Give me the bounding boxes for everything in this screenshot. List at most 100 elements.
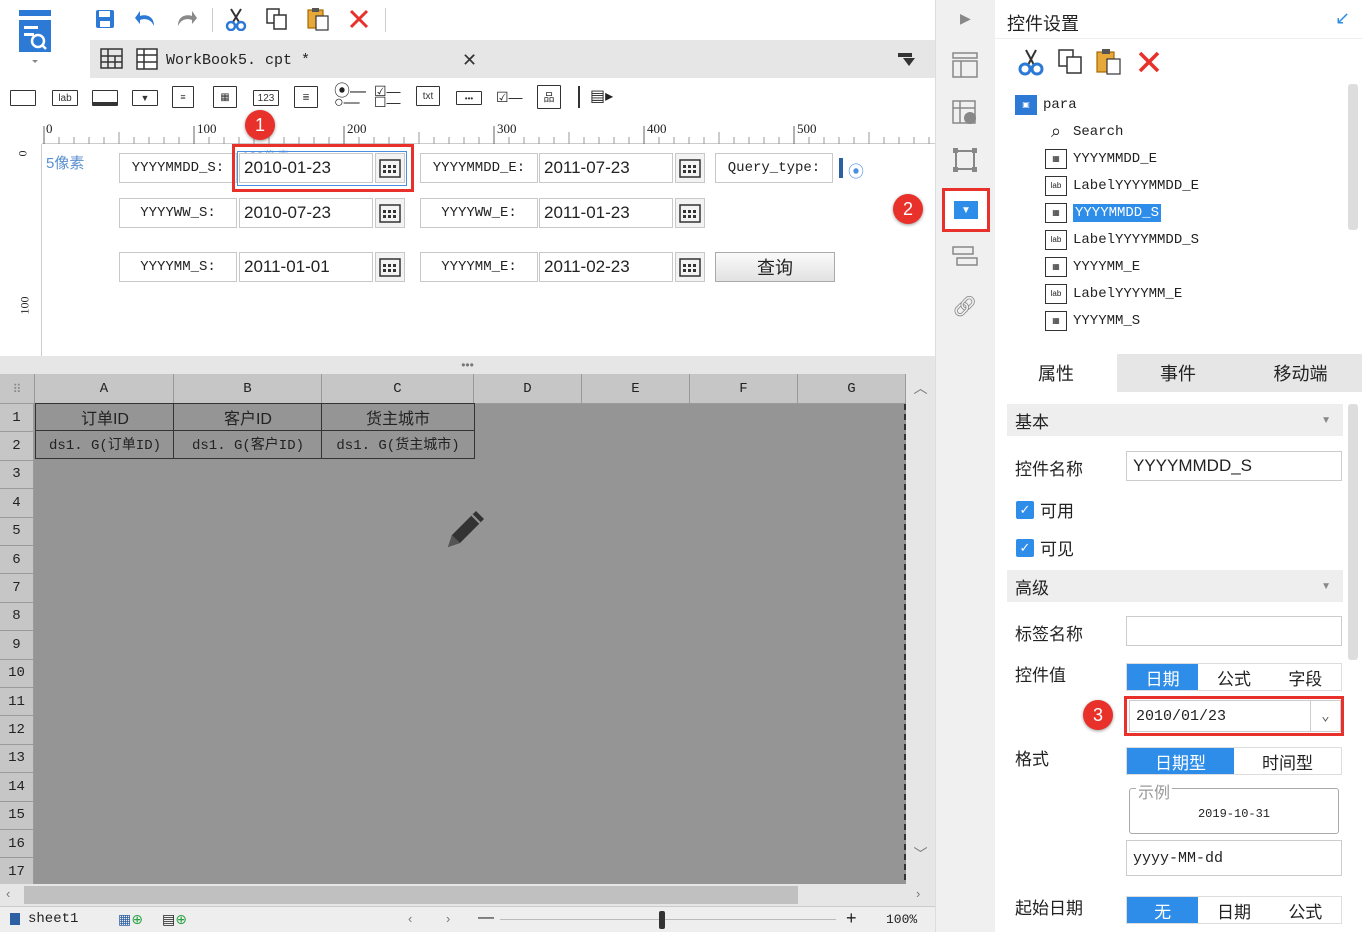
date-input-yyyyww-s[interactable]: 2010-07-23: [239, 198, 373, 228]
zoom-slider-handle[interactable]: [659, 911, 665, 929]
number-widget-icon[interactable]: 123: [253, 90, 279, 106]
grid-cell[interactable]: ds1. G(客户ID): [173, 430, 323, 459]
add-sheet-icon[interactable]: ▦⊕: [118, 911, 143, 928]
widget-settings-button[interactable]: ▼: [942, 188, 990, 232]
label-yyyymmdd-s[interactable]: YYYYMMDD_S:: [119, 153, 237, 183]
checkbox-group-widget-icon[interactable]: ☑— ☐—: [374, 84, 401, 109]
enabled-checkbox[interactable]: ✓ 可用: [1016, 497, 1074, 522]
text-widget-icon[interactable]: txt: [416, 86, 440, 106]
start-mode-formula[interactable]: 公式: [1269, 897, 1341, 923]
scroll-right-icon[interactable]: ›: [916, 886, 920, 901]
visible-checkbox[interactable]: ✓ 可见: [1016, 535, 1074, 560]
textarea-widget-icon[interactable]: ≣: [294, 86, 318, 108]
section-advanced[interactable]: 高级 ▼: [1007, 570, 1343, 602]
grid-view-icon[interactable]: [100, 48, 124, 73]
more-widgets-icon[interactable]: ▤▸: [590, 86, 613, 106]
dropdown-widget-icon[interactable]: ▼: [132, 90, 158, 106]
row-header[interactable]: 11: [0, 688, 34, 717]
tab-properties[interactable]: 属性: [995, 354, 1117, 392]
cell-attr-icon[interactable]: [952, 100, 978, 129]
vertical-scrollbar[interactable]: ︿ ﹀: [906, 374, 935, 884]
tree-item[interactable]: ▦ YYYYMMDD_E: [1015, 145, 1345, 172]
horizontal-scrollbar[interactable]: ‹ ›: [0, 884, 935, 906]
zoom-slider[interactable]: [500, 919, 836, 920]
row-header[interactable]: 5: [0, 517, 34, 546]
row-header[interactable]: 13: [0, 744, 34, 774]
radio-icon[interactable]: ⦿: [848, 158, 864, 182]
row-header[interactable]: 16: [0, 830, 34, 859]
row-header[interactable]: 1: [0, 404, 34, 433]
label-yyyymmdd-e[interactable]: YYYYMMDD_E:: [420, 153, 538, 183]
zoom-out-icon[interactable]: —: [478, 909, 494, 927]
zoom-in-icon[interactable]: +: [846, 908, 857, 929]
row-header[interactable]: 3: [0, 460, 34, 490]
add-form-sheet-icon[interactable]: ▤⊕: [162, 911, 187, 928]
paste-icon[interactable]: [305, 6, 331, 32]
row-header[interactable]: 2: [0, 432, 34, 461]
properties-scrollbar[interactable]: [1348, 404, 1358, 660]
section-basic[interactable]: 基本 ▼: [1007, 404, 1343, 436]
column-header[interactable]: G: [798, 374, 906, 404]
tree-item[interactable]: lab LabelYYYYMMDD_S: [1015, 226, 1345, 253]
label-yyyymm-s[interactable]: YYYYMM_S:: [119, 252, 237, 282]
paste-icon[interactable]: [1095, 48, 1123, 79]
tree-item[interactable]: ▦ YYYYMMDD_S: [1015, 199, 1345, 226]
calendar-icon[interactable]: [675, 153, 705, 183]
column-header[interactable]: B: [174, 374, 322, 404]
password-widget-icon[interactable]: •••: [456, 91, 482, 105]
row-header[interactable]: 12: [0, 716, 34, 745]
tree-item[interactable]: lab LabelYYYYMMDD_E: [1015, 172, 1345, 199]
value-mode-field[interactable]: 字段: [1269, 664, 1341, 690]
row-header[interactable]: 4: [0, 489, 34, 518]
date-input-yyyyww-e[interactable]: 2011-01-23: [539, 198, 673, 228]
tree-scrollbar[interactable]: [1348, 84, 1358, 230]
label-yyyyww-e[interactable]: YYYYWW_E:: [420, 198, 538, 228]
start-mode-date[interactable]: 日期: [1198, 897, 1270, 923]
redo-icon[interactable]: [173, 6, 199, 32]
layout-icon[interactable]: [952, 52, 978, 81]
row-header[interactable]: 9: [0, 631, 34, 660]
date-input-yyyymm-s[interactable]: 2011-01-01: [239, 252, 373, 282]
column-header[interactable]: D: [474, 374, 582, 404]
tree-widget-icon[interactable]: 品: [537, 85, 561, 109]
query-button[interactable]: 查询: [715, 252, 835, 282]
format-mode-date[interactable]: 日期型: [1127, 748, 1234, 774]
calendar-icon[interactable]: [375, 198, 405, 228]
tag-input[interactable]: [1126, 616, 1342, 646]
button-widget-icon[interactable]: [10, 90, 36, 106]
date-value-select[interactable]: 2010/01/23 ⌄: [1129, 700, 1341, 732]
tab-workbook[interactable]: WorkBook5. cpt *: [136, 48, 311, 73]
row-header[interactable]: 14: [0, 773, 34, 802]
expand-icon[interactable]: ▶: [960, 10, 971, 27]
label-yyyyww-s[interactable]: YYYYWW_S:: [119, 198, 237, 228]
row-header[interactable]: 10: [0, 659, 34, 688]
copy-icon[interactable]: [1057, 48, 1085, 79]
row-header[interactable]: 6: [0, 546, 34, 575]
calendar-icon[interactable]: [675, 252, 705, 282]
grid-cell[interactable]: 订单ID: [35, 403, 175, 432]
chevron-down-icon[interactable]: ⌄: [1310, 701, 1340, 731]
splitter-handle[interactable]: •••: [0, 356, 935, 374]
widget-tree[interactable]: ▣ para ⌕ Search ▦ YYYYMMDD_E lab LabelYYYYMMDD_…: [1015, 91, 1345, 334]
select-all-corner[interactable]: ⠿: [0, 374, 35, 404]
row-header[interactable]: 17: [0, 858, 34, 887]
tree-item[interactable]: ▦ YYYYMM_S: [1015, 307, 1345, 334]
grid-cell[interactable]: ds1. G(货主城市): [321, 430, 475, 459]
radio-group-widget-icon[interactable]: ⦿— ○—: [334, 84, 366, 111]
row-header[interactable]: 7: [0, 574, 34, 603]
close-tab-icon[interactable]: ✕: [462, 50, 477, 71]
delete-icon[interactable]: [346, 6, 372, 32]
column-header[interactable]: E: [582, 374, 690, 404]
next-sheet-icon[interactable]: ›: [446, 911, 450, 926]
value-mode-date[interactable]: 日期: [1127, 664, 1199, 690]
label-yyyymm-e[interactable]: YYYYMM_E:: [420, 252, 538, 282]
undo-icon[interactable]: [133, 6, 159, 32]
app-menu-icon[interactable]: [16, 8, 54, 63]
cut-icon[interactable]: [223, 6, 249, 32]
column-header[interactable]: F: [690, 374, 798, 404]
tab-mobile[interactable]: 移动端: [1239, 354, 1362, 392]
value-mode-formula[interactable]: 公式: [1198, 664, 1270, 690]
hyperlink-icon[interactable]: 🔗︎: [952, 294, 977, 319]
condition-icon[interactable]: [952, 246, 978, 271]
textbox-widget-icon[interactable]: [92, 90, 118, 106]
